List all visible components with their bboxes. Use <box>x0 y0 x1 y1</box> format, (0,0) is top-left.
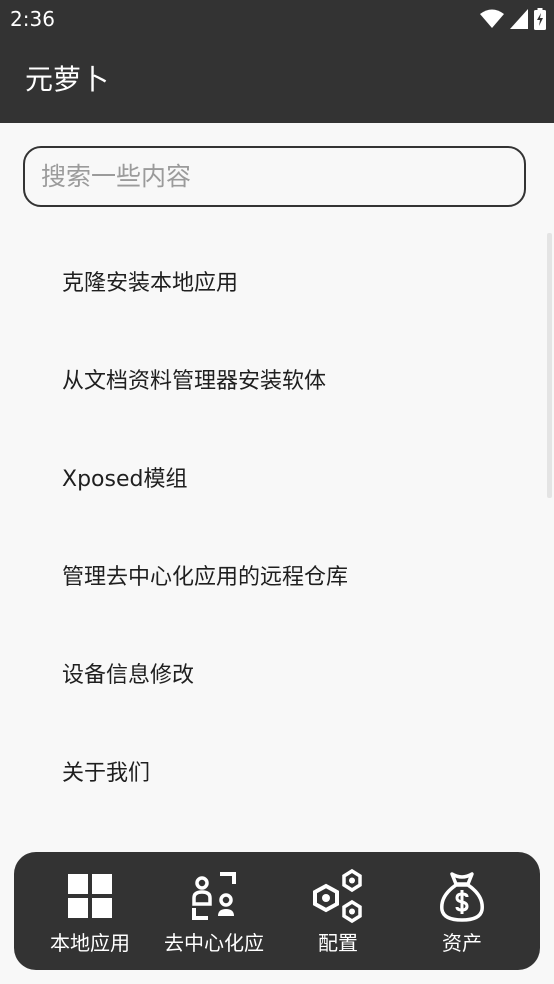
nav-item-config[interactable]: 配置 <box>276 852 400 970</box>
cell-signal-icon <box>510 9 528 29</box>
menu-item-label: 克隆安装本地应用 <box>62 271 239 296</box>
menu-item-label: Xposed模组 <box>62 467 188 492</box>
nav-item-assets[interactable]: 资产 <box>400 852 524 970</box>
app-bar: 元萝卜 <box>0 38 554 123</box>
users-frame-icon <box>192 872 236 920</box>
status-bar: 2:36 <box>0 0 554 38</box>
wifi-icon <box>480 9 504 28</box>
nav-item-local-apps[interactable]: 本地应用 <box>28 852 152 970</box>
nav-label: 配置 <box>318 931 358 955</box>
status-time: 2:36 <box>10 7 55 31</box>
scrollbar[interactable] <box>547 233 552 498</box>
search-box[interactable] <box>23 146 526 207</box>
menu-item-install-from-file-manager[interactable]: 从文档资料管理器安装软体 <box>0 333 546 431</box>
menu-item-label: 管理去中心化应用的远程仓库 <box>62 565 349 590</box>
nav-label: 去中心化应 <box>164 931 264 955</box>
search-input[interactable] <box>39 161 503 192</box>
menu-item-clone-install-local-app[interactable]: 克隆安装本地应用 <box>0 235 546 333</box>
hexagon-nodes-icon <box>313 868 362 924</box>
nav-label: 本地应用 <box>50 931 130 955</box>
bottom-nav: 本地应用 去中心化应 配置 资产 <box>14 852 540 970</box>
menu-item-about-us[interactable]: 关于我们 <box>0 725 546 823</box>
grid-icon <box>68 874 112 918</box>
menu-item-label: 设备信息修改 <box>62 663 195 688</box>
status-icons <box>480 7 546 31</box>
menu-item-xposed-modules[interactable]: Xposed模组 <box>0 431 546 529</box>
battery-charging-icon <box>534 8 546 30</box>
nav-label: 资产 <box>442 931 482 955</box>
app-title: 元萝卜 <box>25 63 110 96</box>
menu-item-label: 关于我们 <box>62 761 151 786</box>
nav-item-decentralized-apps[interactable]: 去中心化应 <box>152 852 276 970</box>
menu-item-label: 从文档资料管理器安装软体 <box>62 369 327 394</box>
menu-item-manage-remote-repos[interactable]: 管理去中心化应用的远程仓库 <box>0 529 546 627</box>
menu-item-device-info-edit[interactable]: 设备信息修改 <box>0 627 546 725</box>
money-bag-icon <box>440 872 484 922</box>
